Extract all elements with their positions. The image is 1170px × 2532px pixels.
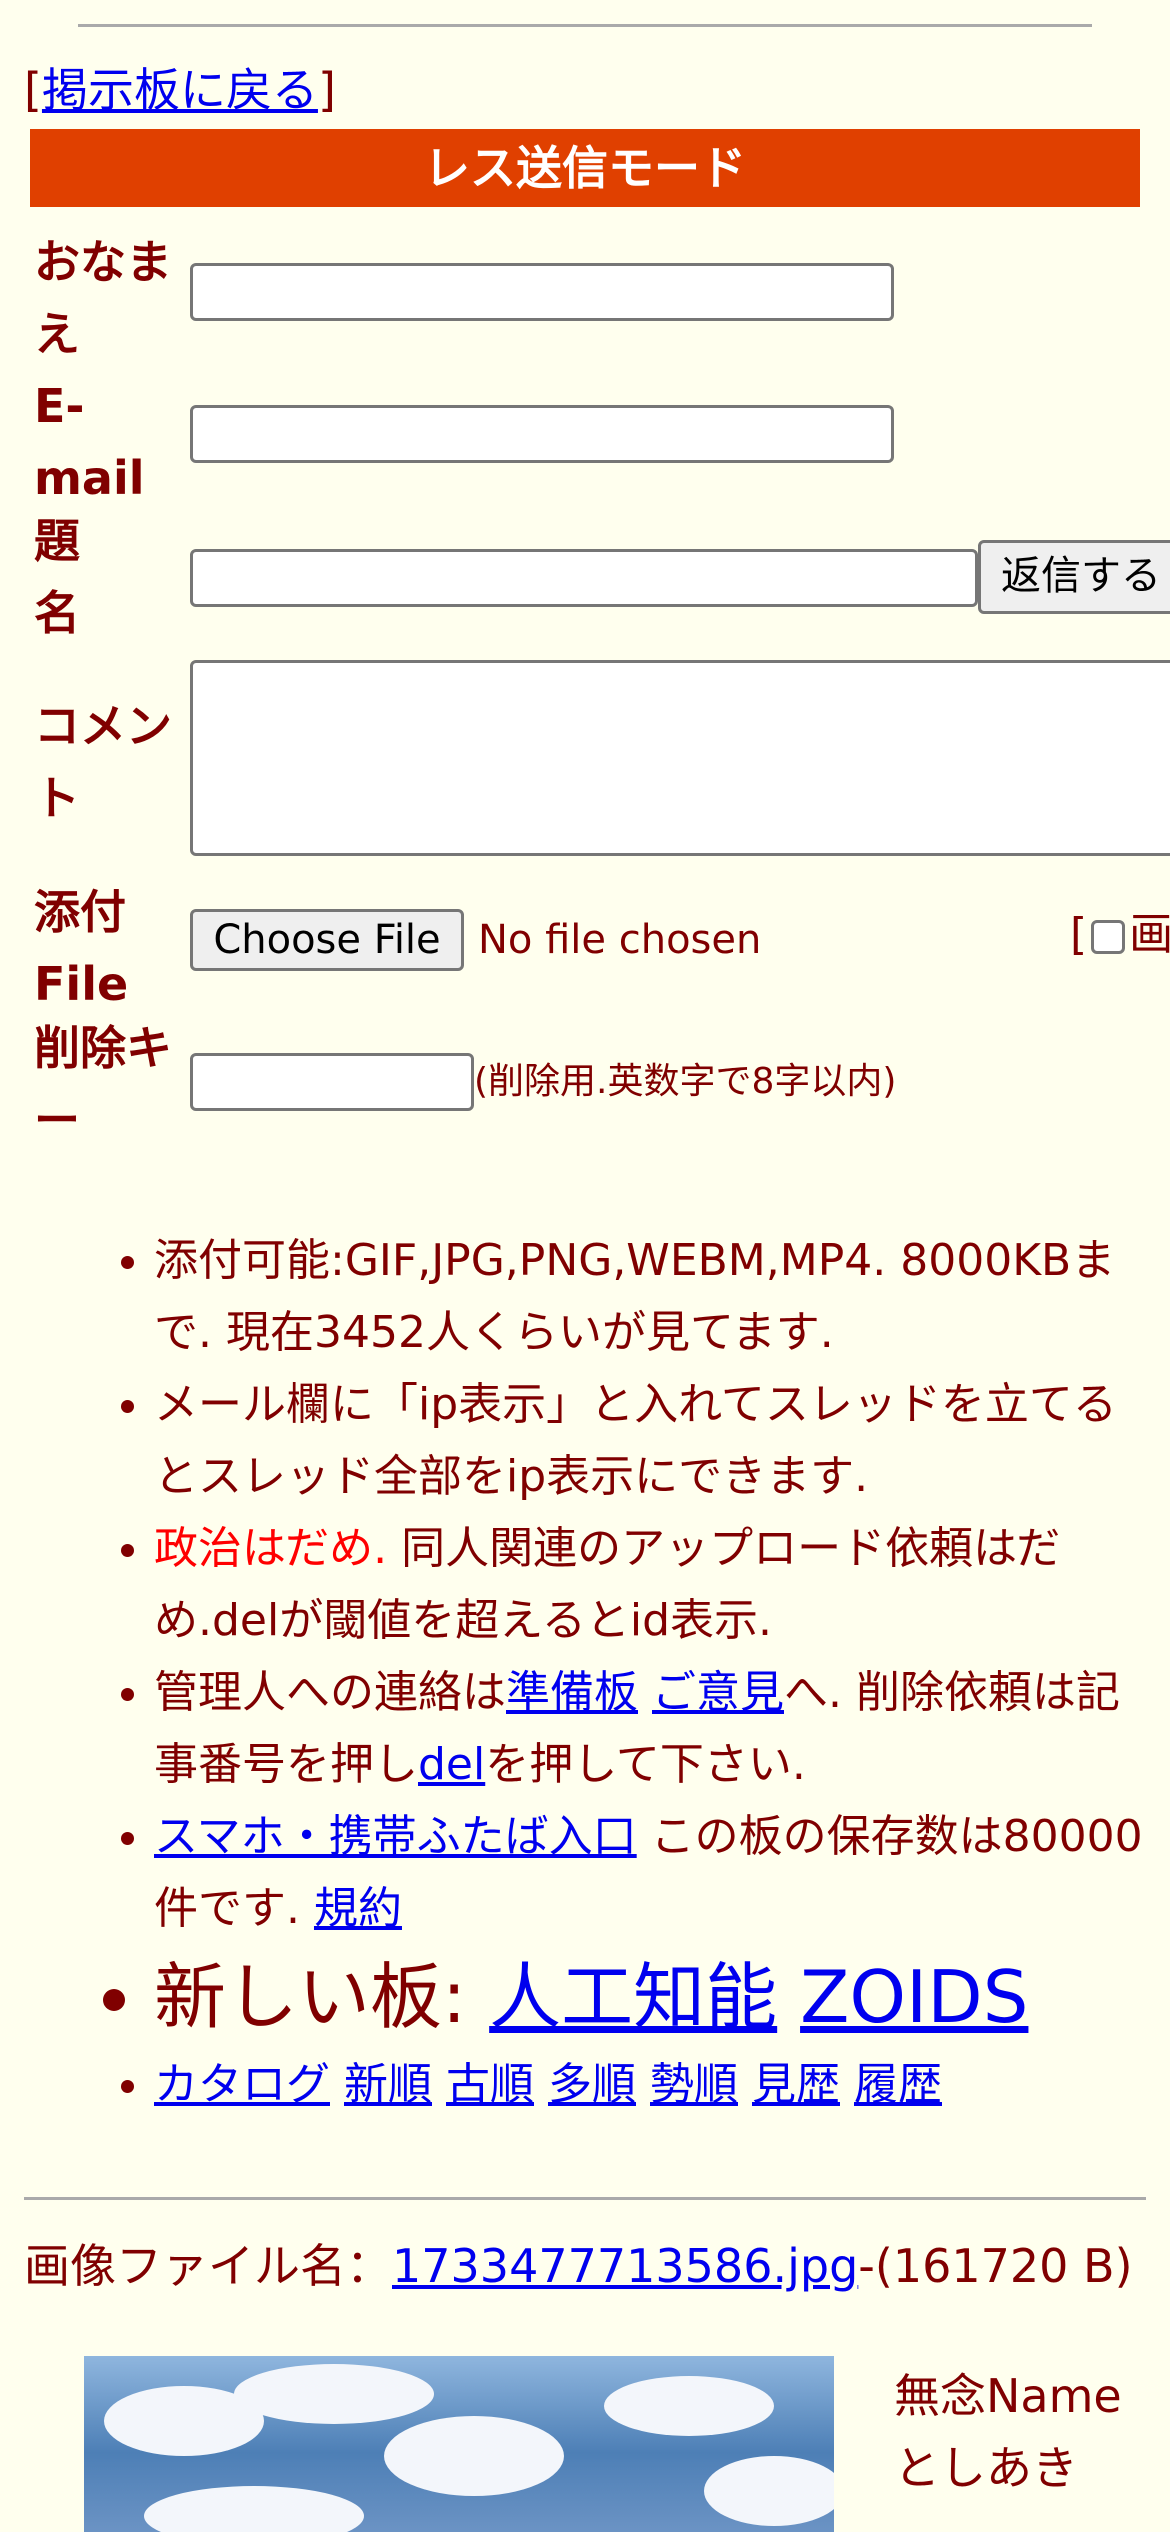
new-boards: 新しい板: 人工知能 ZOIDS bbox=[154, 1945, 1160, 2049]
post-subject-name: 無念Name bbox=[894, 2369, 1122, 2423]
sort-old-link[interactable]: 古順 bbox=[446, 2059, 534, 2110]
rule-politics-warning: 政治はだめ. bbox=[154, 1523, 388, 1574]
delete-key-input[interactable] bbox=[190, 1053, 474, 1111]
thread-divider bbox=[24, 2197, 1146, 2200]
no-file-text: No file chosen bbox=[478, 917, 762, 963]
catalog-link[interactable]: カタログ bbox=[154, 2059, 330, 2110]
sort-momentum-link[interactable]: 勢順 bbox=[650, 2059, 738, 2110]
name-label: おなまえ bbox=[34, 235, 172, 361]
subject-input[interactable] bbox=[190, 549, 978, 607]
comment-textarea[interactable] bbox=[190, 660, 1170, 856]
rule-attachments: 添付可能:GIF,JPG,PNG,WEBM,MP4. 8000KBまで. 現在3… bbox=[154, 1225, 1160, 1369]
zoids-board-link[interactable]: ZOIDS bbox=[800, 1955, 1028, 2039]
subject-label: 題名 bbox=[34, 514, 80, 640]
comment-label: コメント bbox=[34, 699, 172, 825]
sort-links: カタログ 新順 古順 多順 勢順 見歴 履歴 bbox=[154, 2049, 1160, 2121]
sort-most-link[interactable]: 多順 bbox=[548, 2059, 636, 2110]
del-link[interactable]: del bbox=[418, 1739, 485, 1790]
image-option: [画 bbox=[1070, 909, 1170, 960]
board-rules-list: 添付可能:GIF,JPG,PNG,WEBM,MP4. 8000KBまで. 現在3… bbox=[90, 1225, 1160, 2121]
delete-key-note: (削除用.英数字で8字以内) bbox=[474, 1061, 897, 1102]
post-header: 無念Name としあき bbox=[894, 2360, 1122, 2504]
post-history-link[interactable]: 履歴 bbox=[854, 2059, 942, 2110]
rule-politics: 政治はだめ. 同人関連のアップロード依頼はだめ.delが閾値を超えるとid表示. bbox=[154, 1513, 1160, 1657]
image-file-info: 画像ファイル名：1733477713586.jpg-(161720 B) bbox=[24, 2239, 1133, 2293]
name-input[interactable] bbox=[190, 263, 894, 321]
sort-new-link[interactable]: 新順 bbox=[344, 2059, 432, 2110]
top-divider bbox=[78, 24, 1092, 27]
reply-mode-banner: レス送信モード bbox=[30, 129, 1140, 207]
rule-ip-display: メール欄に「ip表示」と入れてスレッドを立てるとスレッド全部をip表示にできます… bbox=[154, 1369, 1160, 1513]
post-author: としあき bbox=[894, 2441, 1078, 2495]
image-file-link[interactable]: 1733477713586.jpg bbox=[392, 2239, 858, 2293]
email-label: E-mail bbox=[34, 379, 145, 505]
mobile-entrance-link[interactable]: スマホ・携帯ふたば入口 bbox=[154, 1811, 637, 1862]
post-thumbnail-image[interactable] bbox=[84, 2356, 834, 2532]
file-label: 添付File bbox=[34, 885, 129, 1011]
rule-contact: 管理人への連絡は準備板 ご意見へ. 削除依頼は記事番号を押しdelを押して下さい… bbox=[154, 1657, 1160, 1801]
feedback-link[interactable]: ご意見 bbox=[652, 1667, 784, 1718]
delete-key-label: 削除キー bbox=[34, 1021, 172, 1147]
rule-mobile: スマホ・携帯ふたば入口 この板の保存数は80000件です. 規約 bbox=[154, 1801, 1160, 1945]
prep-board-link[interactable]: 準備板 bbox=[506, 1667, 638, 1718]
email-input[interactable] bbox=[190, 405, 894, 463]
view-history-link[interactable]: 見歴 bbox=[752, 2059, 840, 2110]
back-to-board: [掲示板に戻る] bbox=[24, 63, 336, 117]
image-option-checkbox[interactable] bbox=[1091, 920, 1126, 954]
terms-link[interactable]: 規約 bbox=[314, 1883, 402, 1934]
ai-board-link[interactable]: 人工知能 bbox=[489, 1955, 777, 2039]
back-to-board-link[interactable]: 掲示板に戻る bbox=[42, 63, 318, 117]
choose-file-button[interactable]: Choose File bbox=[190, 909, 464, 971]
submit-reply-button[interactable]: 返信する bbox=[978, 540, 1170, 614]
